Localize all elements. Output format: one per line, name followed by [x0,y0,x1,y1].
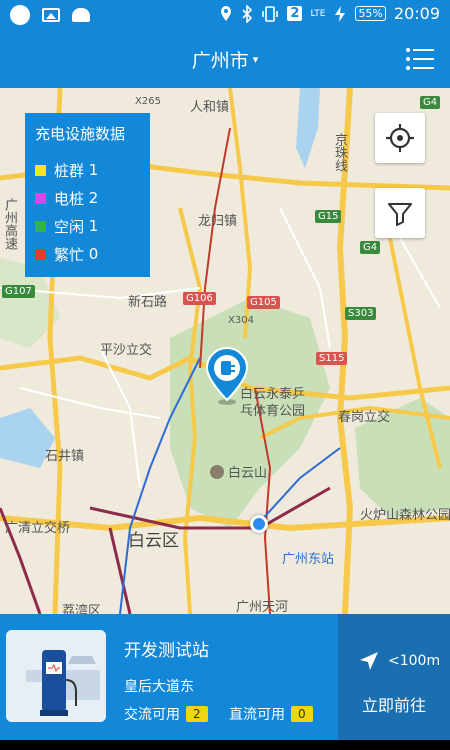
map-label-xinshilu: 新石路 [128,295,168,310]
crosshair-icon [386,124,414,152]
current-location-marker [250,515,268,533]
legend-swatch [35,164,46,176]
navigate-button[interactable]: <100m 立即前往 [338,614,450,740]
clock: 20:09 [393,4,440,23]
filter-icon [388,203,412,226]
road-shield-g105: G105 [247,296,280,309]
system-nav-bar [0,740,450,750]
station-info-panel: 开发测试站 皇后大道东 交流可用 2 直流可用 0 <100m 立即前往 [0,614,450,740]
landmark-icon [210,465,224,479]
map-label-baiyunshan: 白云山 [210,462,267,481]
station-thumbnail [6,630,106,722]
station-address: 皇后大道东 [124,679,194,695]
charging-icon [335,5,346,22]
filter-button[interactable] [375,188,425,238]
legend-item-pile-groups: 桩群 1 [35,156,140,184]
legend-label: 繁忙 [54,245,85,264]
baiyunshan-text: 白云山 [228,466,268,481]
road-shield-g106: G106 [183,292,216,305]
road-shield-s303: S303 [345,307,377,320]
ac-availability: 交流可用 2 [124,704,208,724]
list-menu-button[interactable] [406,47,434,71]
location-icon [221,5,232,21]
city-selector[interactable]: 广州市 ▾ [0,46,450,73]
facility-legend: 充电设施数据 桩群 1 电桩 2 空闲 1 繁忙 0 [25,113,150,277]
dc-availability: 直流可用 0 [229,704,313,724]
legend-label: 电桩 [54,189,85,208]
map-label-guangzhoudong: 广州东站 [282,552,335,567]
road-label-x304: X304 [228,315,254,326]
battery-level: 55% [355,6,386,21]
legend-item-piles: 电桩 2 [35,184,140,212]
city-name: 广州市 [191,50,249,72]
map-label-baiyunqu: 白云区 [128,531,179,551]
network-type: LTE [310,8,326,19]
ac-count-badge: 2 [186,706,208,722]
road-shield-g107: G107 [2,285,35,298]
station-card[interactable]: 开发测试站 皇后大道东 交流可用 2 直流可用 0 [0,614,338,740]
map-label-pingshalijiao: 平沙立交 [100,343,153,358]
legend-swatch [35,220,46,232]
legend-label: 空闲 [54,217,85,236]
status-bar: 2 LTE 55% 20:09 [0,0,450,30]
ac-label: 交流可用 [124,707,180,723]
dc-count-badge: 0 [291,706,313,722]
legend-count: 1 [88,217,99,235]
road-shield-g4: G4 [420,96,441,109]
legend-title: 充电设施数据 [35,125,126,143]
map-label-renhe: 人和镇 [190,100,230,115]
legend-swatch [35,192,46,204]
legend-count: 1 [88,161,99,179]
legend-count: 2 [88,189,99,207]
vibrate-icon [262,5,279,22]
charging-station-pin-icon [205,346,249,405]
road-shield-g15: G15 [315,210,342,223]
sim-badge: 2 [287,6,303,21]
map-label-guangqing: 广清立交桥 [5,521,71,536]
legend-label: 桩群 [54,161,85,180]
bluetooth-icon [242,4,253,23]
map-label-tianhe: 广州天河 [236,600,289,614]
notification-dot-icon [10,5,30,25]
list-menu-icon [406,48,434,70]
legend-count: 0 [88,245,99,263]
dropdown-caret-icon: ▾ [252,53,259,66]
go-now-label: 立即前往 [361,696,426,715]
road-shield-s115: S115 [316,352,348,365]
station-name: 开发测试站 [124,641,209,661]
map-label-chungang: 春岗立交 [338,410,391,425]
legend-item-idle: 空闲 1 [35,212,140,240]
app-header: 广州市 ▾ [0,30,450,88]
distance-row: <100m [358,650,440,672]
map-label-longgui: 龙归镇 [198,214,238,229]
legend-swatch [35,248,46,260]
map-label-jingzhu: 京珠线 [332,133,347,172]
android-icon [72,8,90,22]
locate-me-button[interactable] [375,113,425,163]
map-label-gaosu: 广州高速 [2,198,17,250]
road-shield-g4-lower: G4 [360,241,381,254]
charger-illustration-icon [6,630,106,722]
road-label-x265: X265 [135,96,161,107]
station-marker[interactable] [204,346,250,406]
map-label-shijing: 石井镇 [45,449,85,464]
navigation-arrow-icon [360,652,378,670]
map-label-huolu: 火炉山森林公园 [360,508,450,523]
legend-item-busy: 繁忙 0 [35,240,140,268]
map-label-liwan: 荔湾区 [62,604,102,614]
image-notification-icon [42,8,60,22]
dc-label: 直流可用 [229,707,285,723]
distance-value: <100m [388,653,441,669]
